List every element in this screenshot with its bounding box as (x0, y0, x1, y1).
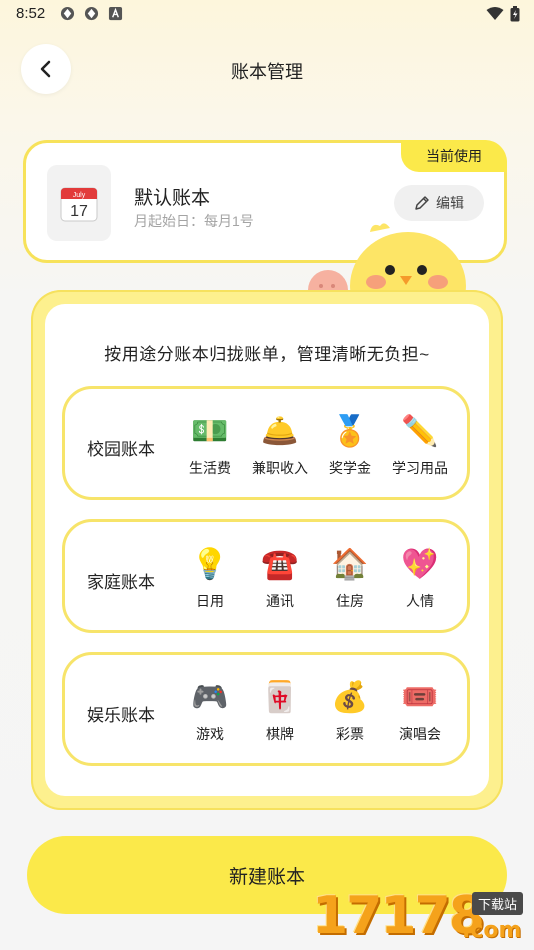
category-family-book[interactable]: 家庭账本 💡 日用 ☎️ 通讯 🏠 住房 💖 人情 (62, 519, 470, 633)
category-item-label: 奖学金 (329, 460, 371, 476)
notification-icon (60, 6, 75, 21)
category-item-label: 人情 (406, 593, 434, 609)
category-title: 娱乐账本 (87, 706, 155, 725)
edit-button[interactable]: 编辑 (394, 185, 484, 221)
templates-headline: 按用途分账本归拢账单，管理清晰无负担~ (104, 345, 430, 364)
bell-icon: 🛎️ (261, 415, 299, 448)
category-item-label: 兼职收入 (252, 460, 308, 476)
category-item: 💵 生活费 (175, 413, 245, 478)
category-item-label: 住房 (336, 593, 364, 609)
game-controller-icon: 🎮 (191, 681, 229, 714)
money-bag-icon: 💰 (331, 681, 369, 714)
status-bar: 8:52 (0, 0, 534, 28)
app-notification-icon (108, 6, 123, 21)
calendar-month: July (73, 192, 86, 199)
category-item: 💰 彩票 (315, 679, 385, 744)
category-item: 🎟️ 演唱会 (385, 679, 455, 744)
page-title: 账本管理 (231, 62, 303, 82)
notification-icon (84, 6, 99, 21)
telephone-icon: ☎️ (261, 548, 299, 581)
calendar-icon: July 17 (60, 187, 98, 222)
pencil-icon (415, 196, 429, 210)
category-item-label: 演唱会 (399, 726, 441, 742)
book-name: 默认账本 (134, 188, 211, 209)
new-book-label: 新建账本 (228, 866, 305, 888)
category-item: 🀄 棋牌 (245, 679, 315, 744)
category-item-label: 彩票 (336, 726, 364, 742)
edit-label: 编辑 (436, 195, 464, 211)
medal-icon: 🏅 (331, 415, 369, 448)
wifi-icon (486, 7, 504, 20)
category-item-label: 通讯 (266, 593, 294, 609)
money-icon: 💵 (191, 415, 229, 448)
house-icon: 🏠 (331, 548, 369, 581)
category-item: 🛎️ 兼职收入 (245, 413, 315, 478)
category-title: 家庭账本 (87, 573, 155, 592)
light-bulb-icon: 💡 (191, 548, 229, 581)
category-item: 🏅 奖学金 (315, 413, 385, 478)
category-item: ☎️ 通讯 (245, 546, 315, 611)
category-title: 校园账本 (87, 440, 155, 459)
book-templates-panel: 按用途分账本归拢账单，管理清晰无负担~ 校园账本 💵 生活费 🛎️ 兼职收入 🏅… (31, 290, 503, 810)
category-item: ✏️ 学习用品 (385, 413, 455, 478)
mahjong-icon: 🀄 (261, 681, 299, 714)
book-subtitle: 月起始日：每月1号 (134, 213, 254, 229)
category-item: 💡 日用 (175, 546, 245, 611)
category-entertainment-book[interactable]: 娱乐账本 🎮 游戏 🀄 棋牌 💰 彩票 🎟️ 演唱会 (62, 652, 470, 766)
site-watermark: 17178 下载站 .com (312, 884, 534, 950)
watermark-number: 17178 (312, 886, 485, 946)
category-campus-book[interactable]: 校园账本 💵 生活费 🛎️ 兼职收入 🏅 奖学金 ✏️ 学习用品 (62, 386, 470, 500)
ticket-icon: 🎟️ (401, 681, 439, 714)
pencil-icon: ✏️ (401, 415, 439, 448)
category-item-label: 学习用品 (392, 460, 448, 476)
book-icon-box: July 17 (47, 165, 111, 241)
heart-icon: 💖 (401, 548, 439, 581)
category-item: 💖 人情 (385, 546, 455, 611)
watermark-domain: .com (462, 918, 522, 943)
current-use-badge: 当前使用 (401, 140, 507, 172)
status-time: 8:52 (16, 5, 46, 22)
category-item-label: 生活费 (189, 460, 231, 476)
category-item-label: 游戏 (196, 726, 224, 742)
category-item-label: 棋牌 (266, 726, 294, 742)
watermark-tag: 下载站 (472, 892, 524, 915)
battery-icon (510, 6, 520, 22)
category-item-label: 日用 (196, 593, 224, 609)
category-item: 🎮 游戏 (175, 679, 245, 744)
category-item: 🏠 住房 (315, 546, 385, 611)
calendar-day: 17 (70, 203, 88, 220)
